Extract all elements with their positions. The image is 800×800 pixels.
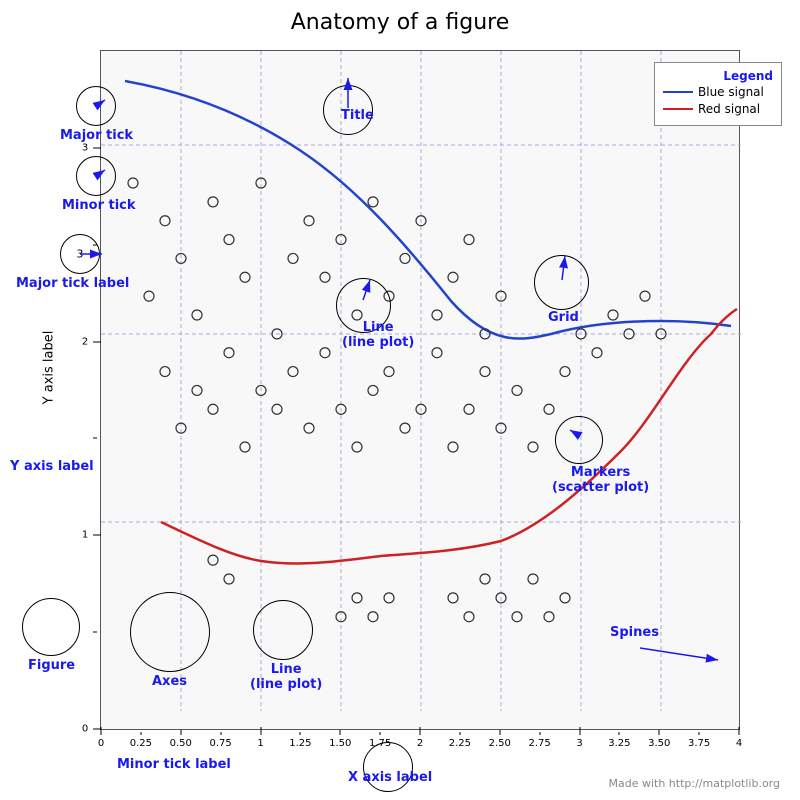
x-tick-mark <box>619 732 620 735</box>
x-tick-label: 2 <box>417 738 423 749</box>
made-with-text: Made with http://matplotlib.org <box>609 777 781 790</box>
y-tick-label: 3 <box>82 142 88 153</box>
markers-circle <box>555 416 603 464</box>
x-tick-label: 1.25 <box>289 738 311 749</box>
minor-tick-label-annotation: Minor tick label <box>117 757 231 772</box>
x-tick-label: 0.50 <box>170 738 192 749</box>
x-tick-label: 3 <box>576 738 582 749</box>
x-tick-label: 0.75 <box>209 738 231 749</box>
x-tick-mark <box>739 727 740 735</box>
legend-item-red: Red signal <box>663 102 773 116</box>
x-tick-mark <box>380 732 381 735</box>
y-tick-mark <box>93 438 97 439</box>
x-tick-label: 2.25 <box>449 738 471 749</box>
title-annotation: Title <box>341 108 374 123</box>
y-tick-mark <box>93 341 101 342</box>
figure-circle <box>22 598 80 656</box>
x-tick-label: 1 <box>257 738 263 749</box>
x-tick-mark <box>140 732 141 735</box>
legend-line-red <box>663 108 693 110</box>
major-tick-label-annotation: Major tick label <box>16 276 129 291</box>
x-tick-mark <box>459 732 460 735</box>
grid-circle <box>534 255 589 310</box>
major-tick-label-circle: 3 <box>60 234 100 274</box>
markers-label: Markers(scatter plot) <box>552 465 649 495</box>
x-tick-label: 0.25 <box>130 738 152 749</box>
major-tick-circle <box>76 86 116 126</box>
figure-label: Figure <box>28 658 75 673</box>
x-tick-mark <box>220 732 221 735</box>
x-tick-label: 1.50 <box>329 738 351 749</box>
line-label-1: Line(line plot) <box>342 320 414 350</box>
y-tick-label: 1 <box>82 530 88 541</box>
y-tick-mark <box>93 535 101 536</box>
x-tick-mark <box>340 730 341 735</box>
x-tick-label: 2.75 <box>528 738 550 749</box>
axes-label: Axes <box>152 674 187 689</box>
x-tick-mark <box>579 727 580 735</box>
legend-title: Legend <box>663 69 773 83</box>
grid-annotation: Grid <box>548 310 579 325</box>
x-tick-mark <box>260 727 261 735</box>
x-tick-mark <box>699 732 700 735</box>
line-label-2: Line(line plot) <box>250 662 322 692</box>
minor-tick-circle <box>76 156 116 196</box>
legend-box: Legend Blue signal Red signal <box>654 62 782 126</box>
y-tick-label: 0 <box>82 724 88 735</box>
legend-label-red: Red signal <box>698 102 760 116</box>
x-tick-label: 0 <box>98 738 104 749</box>
minor-tick-label-text: Minor tick <box>62 198 136 213</box>
major-tick-label-text: Major tick <box>60 128 133 143</box>
legend-item-blue: Blue signal <box>663 85 773 99</box>
x-tick-mark <box>659 730 660 735</box>
x-tick-mark <box>180 730 181 735</box>
x-tick-label: 4 <box>736 738 742 749</box>
legend-label-blue: Blue signal <box>698 85 764 99</box>
major-tick-number: 3 <box>77 248 84 261</box>
blue-signal-curve <box>125 81 731 339</box>
y-tick-label: 2 <box>82 336 88 347</box>
y-axis-label-annotation: Y axis label <box>10 459 94 474</box>
x-tick-label: 3.75 <box>688 738 710 749</box>
y-tick-mark <box>93 632 97 633</box>
x-tick-mark <box>499 730 500 735</box>
x-axis-label-annotation: X axis label <box>348 770 432 785</box>
y-tick-mark <box>93 729 101 730</box>
y-tick-mark <box>93 147 101 148</box>
x-tick-mark <box>420 727 421 735</box>
x-tick-mark <box>300 732 301 735</box>
line-circle-2 <box>253 600 313 660</box>
red-signal-curve <box>161 309 737 564</box>
x-tick-label: 3.50 <box>648 738 670 749</box>
axes-circle <box>130 592 210 672</box>
spines-label: Spines <box>610 625 659 640</box>
y-axis-label: Y axis label <box>41 331 56 405</box>
x-tick-label: 2.50 <box>489 738 511 749</box>
x-tick-label: 3.25 <box>608 738 630 749</box>
chart-title: Anatomy of a figure <box>0 10 800 35</box>
x-tick-mark <box>539 732 540 735</box>
legend-line-blue <box>663 91 693 93</box>
main-container: Anatomy of a figure <box>0 0 800 800</box>
